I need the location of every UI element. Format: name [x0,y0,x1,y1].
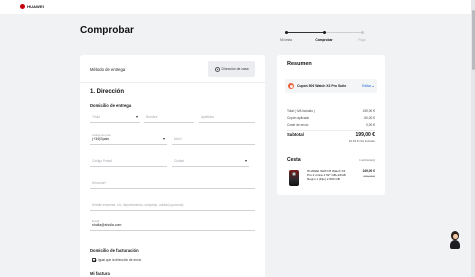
chevron-down-icon [136,116,138,118]
address-section-title: 1. Dirección [90,89,125,95]
postal-code-placeholder: Código Postal [92,159,112,163]
cart-item-name: HUAWEI WATCH Watch X3 Pro 2 única 1.52" … [307,169,346,182]
cart-item-price: 249,00 € [362,169,375,173]
avatar-face [452,233,458,239]
edit-coupon-label: Editar [362,84,371,88]
city-placeholder: Ciudad [174,159,185,163]
scrollbar-thumb[interactable] [471,10,475,70]
cart-item-old-price: 300,00 € [363,174,375,178]
brand-name: HUAWEI [27,4,45,9]
postal-code-input[interactable]: Código Postal [90,155,167,167]
divider [287,130,375,131]
coupon-icon [288,83,294,89]
summary-title: Resumen [287,61,312,67]
last-name-placeholder: Apellidos [201,115,214,119]
product-thumbnail [289,170,299,186]
title-select[interactable]: Título [90,111,140,123]
huawei-flower-icon [20,4,25,9]
address-placeholder: Dirección* [92,181,107,185]
coupon-code: Cupón 50€ Watch X3 Pro Suite [297,84,347,88]
step-payment: Pago [347,28,377,42]
checkout-steps: Mi cesta Comprobar Pago [280,28,366,46]
order-summary-card: Resumen Cupón 50€ Watch X3 Pro Suite Edi… [277,55,385,195]
support-agent-avatar[interactable] [448,231,462,249]
city-select[interactable]: Ciudad [172,155,249,167]
cart-header: Cesta 1 artículo(s) [287,157,375,163]
phone-input[interactable]: Móvil [172,133,255,145]
summary-line-label: Cupón aplicado [287,116,310,120]
chevron-down-icon [163,138,165,140]
invoice-title: Mi factura [90,271,110,276]
first-name-input[interactable]: Nombre [144,111,194,123]
subtotal-row: Subtotal 199,00 € [287,132,375,138]
same-address-label: Igual que la dirección de envío [98,258,142,262]
cart-count: 1 artículo(s) [359,158,375,162]
avatar-body [450,240,460,249]
step-dot [322,31,326,34]
summary-line-label: Coste de envío [287,123,309,127]
cart-item[interactable]: HUAWEI WATCH Watch X3 Pro 2 única 1.52" … [287,168,377,188]
subtotal-value: 199,00 € [355,132,375,138]
vat-note: 34,54 € IVA incluido [348,139,375,143]
email-value: sholla@sholla.com [92,223,122,227]
summary-line-total: Total ( IVA incluido ) 249,00 € [287,109,375,113]
step-cart[interactable]: Mi cesta [271,28,301,42]
summary-line-label: Total ( IVA incluido ) [287,109,315,113]
step-checkout: Comprobar [309,28,339,42]
page-title: Comprobar [80,25,134,36]
step-dot [284,31,288,34]
checkout-form-card: Método de entrega Dirección de casa 1. D… [80,55,265,277]
title-placeholder: Título [92,115,100,119]
first-name-placeholder: Nombre [146,115,158,119]
chevron-down-icon [245,160,247,162]
billing-address-title: Domicilio de facturación [90,248,139,253]
subtotal-label: Subtotal [287,132,304,137]
step-label: Pago [358,38,366,42]
country-code-select[interactable]: Código de país (+34)Spain [90,133,167,145]
country-code-value: (+34)Spain [92,137,110,141]
delivery-method-row: Método de entrega Dirección de casa [90,60,255,78]
cart-title: Cesta [287,157,301,163]
summary-line-value: 0,00 € [366,123,375,127]
address-line2-input[interactable]: Detalle empresa, c/o, departamento, comp… [90,199,255,211]
summary-line-value: -50,00 € [363,116,375,120]
phone-placeholder: Móvil [174,137,182,141]
summary-line-coupon: Cupón aplicado -50,00 € [287,116,375,120]
home-delivery-label: Dirección de casa [221,67,249,71]
shipping-address-title: Domicilio de entrega [90,103,132,108]
address-input[interactable]: Dirección* [90,177,255,189]
email-input[interactable]: Email sholla@sholla.com [90,219,255,231]
delivery-method-label: Método de entrega [90,66,126,72]
coupon-row: Cupón 50€ Watch X3 Pro Suite Editar [285,79,377,93]
edit-coupon-button[interactable]: Editar [362,84,374,88]
page-scrollbar[interactable] [471,0,475,277]
home-icon [214,66,220,72]
same-address-checkbox[interactable] [92,258,96,262]
last-name-input[interactable]: Apellidos [199,111,255,123]
same-address-checkbox-row[interactable]: Igual que la dirección de envío [92,258,141,262]
brand-logo[interactable]: HUAWEI [20,4,44,9]
top-bar: HUAWEI [0,0,475,14]
camera-icon [292,172,296,176]
summary-line-shipping: Coste de envío 0,00 € [287,123,375,127]
step-label: Comprobar [315,38,333,42]
divider [80,82,265,83]
step-dot [360,31,364,34]
address-line2-placeholder: Detalle empresa, c/o, departamento, comp… [92,203,184,207]
step-label: Mi cesta [280,38,292,42]
home-delivery-button[interactable]: Dirección de casa [208,61,255,77]
chevron-down-icon [372,85,374,87]
summary-line-value: 249,00 € [362,109,375,113]
